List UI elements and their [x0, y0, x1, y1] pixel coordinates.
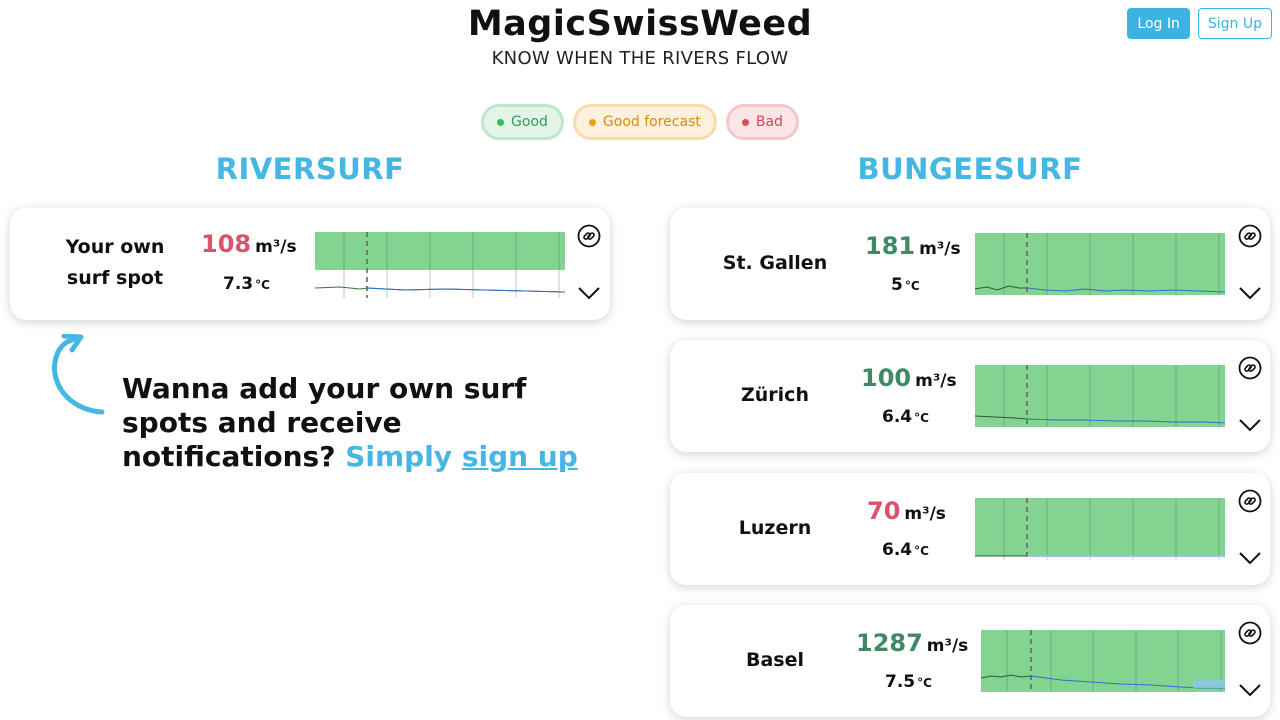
promo-simply: Simply	[345, 440, 453, 473]
temperature-value: 7.3	[223, 274, 254, 294]
spot-name: Basel	[745, 649, 804, 671]
chevron-down-icon[interactable]	[1238, 285, 1262, 301]
temperature-unit: °C	[917, 676, 932, 690]
bad-dot-icon	[741, 118, 749, 126]
temperature-value: 7.5	[885, 672, 916, 692]
legend-good-label: Good	[511, 114, 548, 130]
login-button[interactable]: Log In	[1127, 8, 1190, 39]
flow-value: 108	[201, 230, 252, 258]
flow-reading: 70 m³/s	[867, 497, 946, 525]
temperature-reading: 7.5 °C	[885, 672, 932, 692]
flow-chart[interactable]	[975, 498, 1225, 560]
site-title[interactable]: MagicSwissWeed	[0, 4, 1280, 44]
chevron-down-icon[interactable]	[1238, 417, 1262, 433]
flow-value: 100	[861, 364, 912, 392]
flow-chart[interactable]	[981, 630, 1225, 692]
spot-name: Zürich	[741, 384, 809, 406]
status-legend: Good Good forecast Bad	[0, 104, 1280, 140]
temperature-value: 6.4	[882, 407, 913, 427]
flow-reading: 1287 m³/s	[856, 629, 968, 657]
temperature-value: 5	[891, 275, 903, 295]
flow-value: 70	[867, 497, 901, 525]
temperature-unit: °C	[255, 278, 270, 292]
flow-value: 181	[865, 232, 916, 260]
flow-unit: m³/s	[904, 504, 946, 524]
legend-good: Good	[481, 104, 564, 140]
spot-card-own[interactable]: Your own surf spot 108 m³/s 7.3 °C	[10, 208, 610, 320]
spot-name-line2: surf spot	[66, 267, 164, 289]
spot-name: St. Gallen	[722, 252, 828, 274]
spot-card-basel[interactable]: Basel 1287 m³/s 7.5 °C	[670, 605, 1270, 717]
spot-name: Your own surf spot	[30, 232, 200, 294]
flow-reading: 100 m³/s	[861, 364, 957, 392]
flow-unit: m³/s	[255, 237, 297, 257]
temperature-unit: °C	[904, 279, 920, 293]
riversurf-heading: RIVERSURF	[215, 152, 405, 186]
temperature-reading: 6.4 °C	[882, 540, 929, 560]
flow-reading: 108 m³/s	[201, 230, 297, 258]
legend-good-forecast: Good forecast	[572, 104, 717, 140]
signup-button[interactable]: Sign Up	[1197, 8, 1272, 39]
link-icon[interactable]	[1238, 356, 1262, 380]
temperature-reading: 5 °C	[891, 275, 920, 295]
flow-unit: m³/s	[915, 371, 957, 391]
auth-buttons: Log In Sign Up	[1127, 8, 1272, 39]
link-icon[interactable]	[1238, 621, 1262, 645]
link-icon[interactable]	[577, 224, 601, 248]
temperature-unit: °C	[914, 544, 929, 558]
flow-reading: 181 m³/s	[865, 232, 961, 260]
signup-link[interactable]: sign up	[462, 440, 578, 473]
link-icon[interactable]	[1238, 489, 1262, 513]
legend-bad: Bad	[725, 104, 799, 140]
flow-chart[interactable]	[315, 232, 565, 298]
spot-name-line1: Your own	[65, 236, 165, 258]
curved-arrow-icon	[52, 334, 105, 415]
signup-promo: Wanna add your own surf spots and receiv…	[122, 372, 592, 474]
flow-chart[interactable]	[975, 233, 1225, 295]
chevron-down-icon[interactable]	[1238, 682, 1262, 698]
flow-unit: m³/s	[926, 636, 969, 656]
legend-bad-label: Bad	[755, 114, 783, 130]
link-icon[interactable]	[1238, 224, 1262, 248]
chevron-down-icon[interactable]	[1238, 550, 1262, 566]
good-forecast-dot-icon	[588, 118, 596, 126]
bungeesurf-heading: BUNGEESURF	[857, 152, 1083, 186]
temperature-value: 6.4	[882, 540, 913, 560]
spot-card-luzern[interactable]: Luzern 70 m³/s 6.4 °C	[670, 473, 1270, 585]
spot-card-zurich[interactable]: Zürich 100 m³/s 6.4 °C	[670, 340, 1270, 452]
spot-name: Luzern	[738, 517, 812, 539]
site-subtitle: KNOW WHEN THE RIVERS FLOW	[491, 48, 789, 69]
spot-card-st-gallen[interactable]: St. Gallen 181 m³/s 5 °C	[670, 208, 1270, 320]
chevron-down-icon[interactable]	[577, 285, 601, 301]
flow-unit: m³/s	[919, 239, 961, 259]
temperature-unit: °C	[914, 411, 929, 425]
flow-chart[interactable]	[975, 365, 1225, 427]
flow-value: 1287	[856, 629, 923, 657]
legend-good-forecast-label: Good forecast	[602, 114, 701, 130]
good-dot-icon	[497, 118, 505, 126]
temperature-reading: 6.4 °C	[882, 407, 929, 427]
temperature-reading: 7.3 °C	[223, 274, 270, 294]
